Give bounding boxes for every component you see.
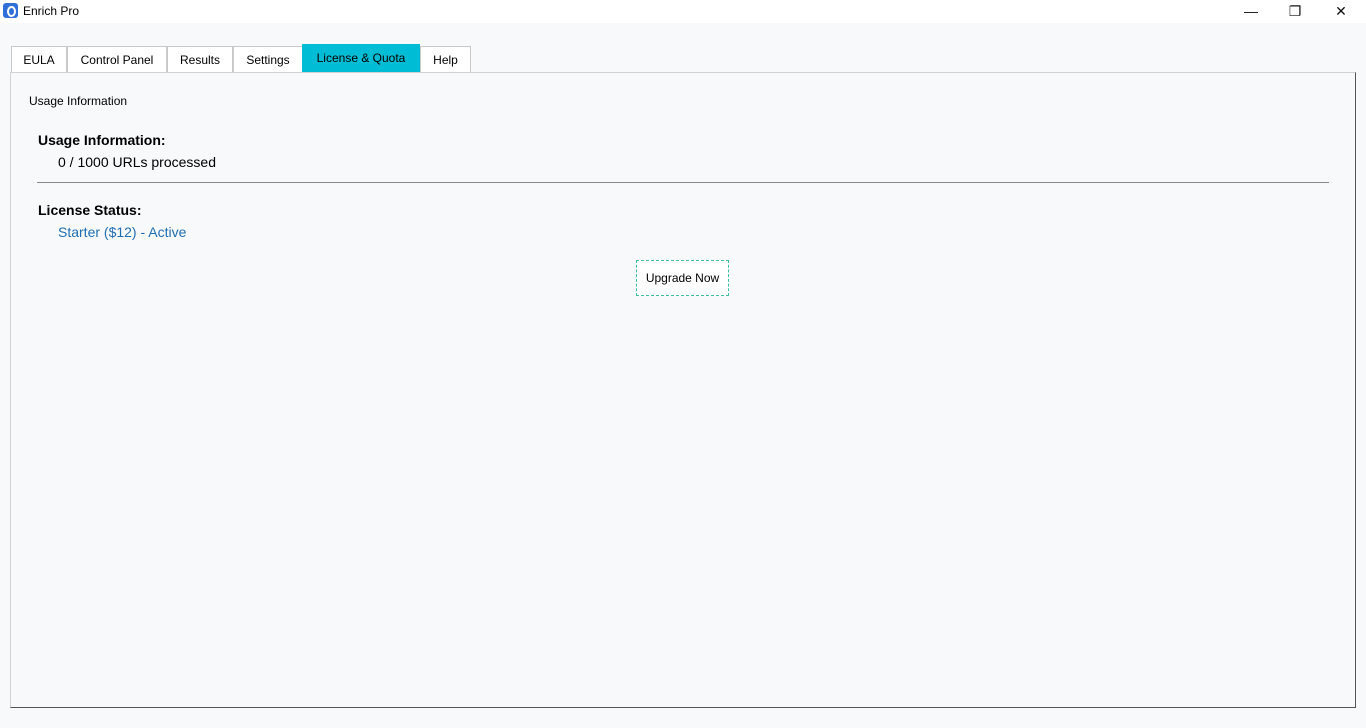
tab-license-quota[interactable]: License & Quota	[302, 44, 420, 72]
section-divider	[37, 182, 1329, 183]
minimize-button[interactable]: —	[1228, 0, 1274, 23]
app-logo-icon	[3, 3, 18, 18]
maximize-button[interactable]: ❐	[1272, 0, 1318, 23]
upgrade-now-button[interactable]: Upgrade Now	[636, 260, 729, 296]
license-quota-panel: Usage Information Usage Information: 0 /…	[10, 72, 1356, 708]
tab-help[interactable]: Help	[420, 46, 471, 72]
license-status-text: Starter ($12) - Active	[58, 224, 187, 240]
window-title: Enrich Pro	[23, 4, 80, 18]
license-heading: License Status:	[38, 202, 142, 218]
tab-settings[interactable]: Settings	[233, 46, 303, 72]
close-button[interactable]: ✕	[1318, 0, 1364, 23]
title-bar: Enrich Pro — ❐ ✕	[0, 0, 1366, 23]
tab-eula[interactable]: EULA	[11, 46, 67, 72]
tab-results[interactable]: Results	[167, 46, 233, 72]
usage-text: 0 / 1000 URLs processed	[58, 154, 216, 170]
usage-heading: Usage Information:	[38, 132, 166, 148]
tab-control-panel[interactable]: Control Panel	[67, 46, 167, 72]
panel-caption: Usage Information	[29, 94, 128, 108]
